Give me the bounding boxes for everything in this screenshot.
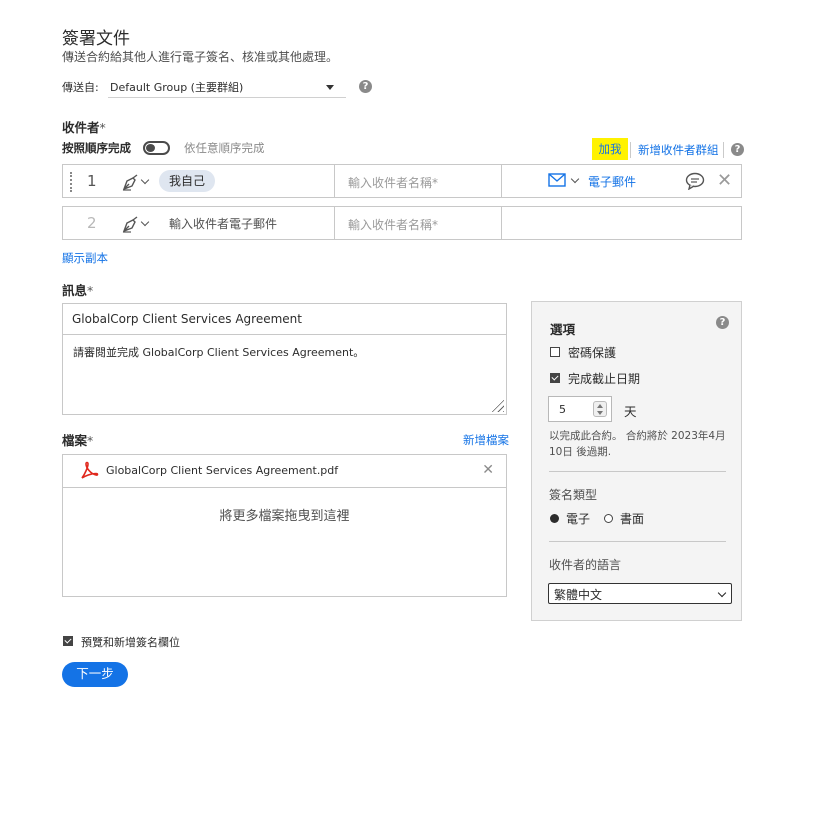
days-unit: 天 [624, 404, 637, 419]
remove-file-icon[interactable]: ✕ [482, 462, 494, 478]
language-title: 收件者的語言 [549, 558, 622, 572]
radio-electronic-label: 電子 [566, 512, 591, 526]
days-value: 5 [559, 403, 566, 416]
chevron-down-icon[interactable] [140, 217, 150, 227]
chevron-down-icon [717, 588, 727, 598]
message-box: GlobalCorp Client Services Agreement 請審閱… [62, 303, 507, 415]
preview-checkbox[interactable] [63, 636, 73, 646]
recipient-number: 1 [87, 172, 97, 190]
toggle-knob [146, 144, 155, 152]
complete-any-order-label: 依任意順序完成 [184, 141, 265, 155]
chevron-down-icon [570, 174, 580, 184]
file-item: GlobalCorp Client Services Agreement.pdf… [63, 455, 506, 488]
delivery-method-dropdown[interactable]: 電子郵件 [548, 170, 636, 192]
add-me-link[interactable]: 加我 [592, 138, 628, 160]
deadline-label: 完成截止日期 [568, 372, 641, 386]
complete-in-order-label: 按照順序完成 [62, 141, 131, 155]
language-value: 繁體中文 [554, 588, 603, 602]
send-from-label: 傳送自: [62, 81, 99, 94]
mail-icon [548, 172, 566, 190]
language-select[interactable]: 繁體中文 [548, 583, 732, 604]
options-panel: 選項 ? 密碼保護 完成截止日期 5 天 以完成此合約。 合約將於 2023年4… [531, 301, 742, 621]
order-toggle[interactable] [143, 141, 170, 155]
signature-type-title: 簽名類型 [549, 488, 598, 502]
spinner-icon[interactable] [593, 401, 607, 417]
recipients-label: 收件者* [62, 120, 106, 135]
recipient-name-input[interactable]: 輸入收件者名稱* [348, 216, 438, 233]
resize-handle-icon[interactable] [490, 398, 504, 412]
page-subtitle: 傳送合約給其他人進行電子簽名、核准或其他處理。 [62, 50, 339, 64]
message-title-input[interactable]: GlobalCorp Client Services Agreement [63, 304, 506, 335]
caret-down-icon [326, 85, 334, 90]
drop-hint: 將更多檔案拖曳到這裡 [219, 509, 350, 524]
recipient-row: 1 我自己 輸入收件者名稱* 電子郵件 ✕ [62, 164, 742, 198]
delivery-method-label: 電子郵件 [588, 174, 637, 189]
page-title: 簽署文件 [62, 29, 130, 49]
next-button[interactable]: 下一步 [62, 662, 128, 687]
signer-pen-icon[interactable] [121, 172, 141, 195]
options-title: 選項 [550, 322, 576, 337]
message-body-textarea[interactable]: 請審閱並完成 GlobalCorp Client Services Agreem… [73, 344, 364, 360]
send-from-value: Default Group (主要群組) [110, 81, 244, 94]
show-cc-link[interactable]: 顯示副本 [62, 250, 108, 266]
recipient-email-input[interactable]: 輸入收件者電子郵件 [169, 215, 277, 232]
chevron-down-icon[interactable] [140, 175, 150, 185]
recipient-row: 2 輸入收件者電子郵件 輸入收件者名稱* [62, 206, 742, 240]
recipient-number: 2 [87, 214, 97, 232]
signer-pen-icon[interactable] [121, 214, 141, 237]
file-drop-zone[interactable]: GlobalCorp Client Services Agreement.pdf… [62, 454, 507, 597]
radio-electronic[interactable] [550, 514, 559, 523]
help-icon[interactable]: ? [731, 143, 744, 156]
divider [549, 471, 726, 472]
help-icon[interactable]: ? [359, 80, 372, 93]
add-recipient-group-link[interactable]: 新增收件者群組 [638, 142, 719, 158]
recipient-email-chip[interactable]: 我自己 [159, 170, 216, 192]
expire-note: 以完成此合約。 合約將於 2023年4月10日 後過期. [549, 430, 726, 458]
password-label: 密碼保護 [568, 346, 617, 360]
drag-handle-icon[interactable] [70, 172, 72, 192]
help-icon[interactable]: ? [716, 316, 729, 329]
days-input[interactable]: 5 [548, 396, 612, 422]
file-name: GlobalCorp Client Services Agreement.pdf [106, 464, 339, 477]
divider [630, 142, 631, 158]
close-icon[interactable]: ✕ [717, 172, 732, 190]
divider [723, 142, 724, 158]
pdf-icon [79, 461, 99, 484]
radio-paper[interactable] [604, 514, 613, 523]
files-label: 檔案* [62, 433, 94, 448]
add-file-link[interactable]: 新增檔案 [463, 432, 509, 448]
send-from-dropdown[interactable]: Default Group (主要群組) [108, 74, 346, 98]
password-checkbox[interactable] [550, 347, 560, 357]
radio-paper-label: 書面 [620, 512, 645, 526]
preview-label: 預覽和新增簽名欄位 [81, 636, 180, 649]
message-label: 訊息* [62, 283, 94, 298]
comment-icon[interactable] [685, 172, 705, 193]
deadline-checkbox[interactable] [550, 373, 560, 383]
recipient-name-input[interactable]: 輸入收件者名稱* [348, 174, 438, 191]
divider [549, 541, 726, 542]
